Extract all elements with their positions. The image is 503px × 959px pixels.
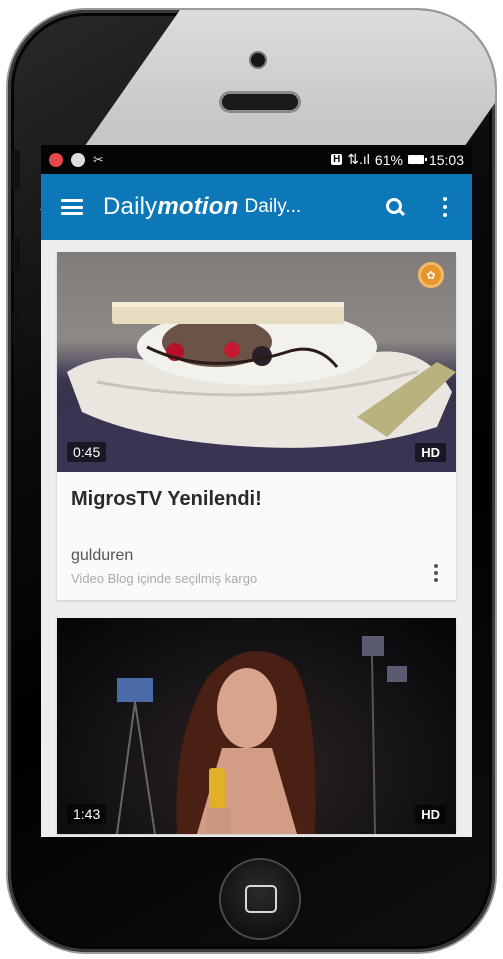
home-square-icon: [245, 885, 277, 913]
video-owner[interactable]: gulduren: [71, 547, 442, 565]
earpiece-speaker: [222, 94, 298, 110]
front-camera: [251, 53, 265, 67]
video-info: MigrosTV Yenilendi! gulduren Video Blog …: [57, 472, 456, 600]
dailymotion-logo: Dailymotion: [103, 193, 239, 220]
video-feed: ✿ 0:45 HD MigrosTV Yenilendi! gulduren V…: [41, 240, 472, 834]
video-duration: 1:43: [67, 804, 107, 824]
thumbnail-image: [116, 636, 407, 834]
video-options-icon[interactable]: [434, 564, 438, 582]
battery-icon: [407, 155, 427, 164]
video-duration: 0:45: [67, 442, 107, 462]
thumbnail-image: [57, 302, 456, 472]
phone-screen: ✂ H ⇅.ıl 61% 15:03 Dailymotion Daily...: [41, 145, 472, 837]
hd-indicator: H: [331, 154, 343, 165]
hd-badge: HD: [415, 443, 446, 462]
video-card[interactable]: ✿ 0:45 HD MigrosTV Yenilendi! gulduren V…: [57, 252, 456, 600]
home-button[interactable]: [221, 860, 299, 938]
mute-switch: [12, 150, 20, 190]
battery-percent: 61%: [374, 151, 403, 168]
notification-icon: [49, 152, 63, 167]
status-bar: ✂ H ⇅.ıl 61% 15:03: [41, 145, 472, 174]
overflow-menu-icon[interactable]: [432, 192, 458, 222]
app-bar: Dailymotion Daily...: [41, 174, 472, 240]
hamburger-menu-icon[interactable]: [61, 199, 83, 215]
video-subtitle: Video Blog içinde seçilmiş kargo: [71, 571, 258, 586]
search-icon[interactable]: [380, 192, 410, 222]
channel-title: Daily...: [244, 196, 302, 217]
video-title[interactable]: MigrosTV Yenilendi!: [71, 488, 442, 511]
video-card[interactable]: 1:43 HD: [57, 618, 456, 834]
message-icon: [71, 152, 85, 167]
hd-badge: HD: [415, 805, 446, 824]
sync-icon: ✂: [93, 151, 104, 167]
volume-down-button: [12, 310, 20, 344]
partner-badge-icon: ✿: [418, 262, 444, 288]
volume-up-button: [12, 238, 20, 272]
signal-icon: ⇅.ıl: [347, 151, 370, 167]
video-thumbnail[interactable]: 1:43 HD: [57, 618, 456, 834]
video-thumbnail[interactable]: ✿ 0:45 HD: [57, 252, 456, 472]
clock: 15:03: [428, 151, 464, 168]
